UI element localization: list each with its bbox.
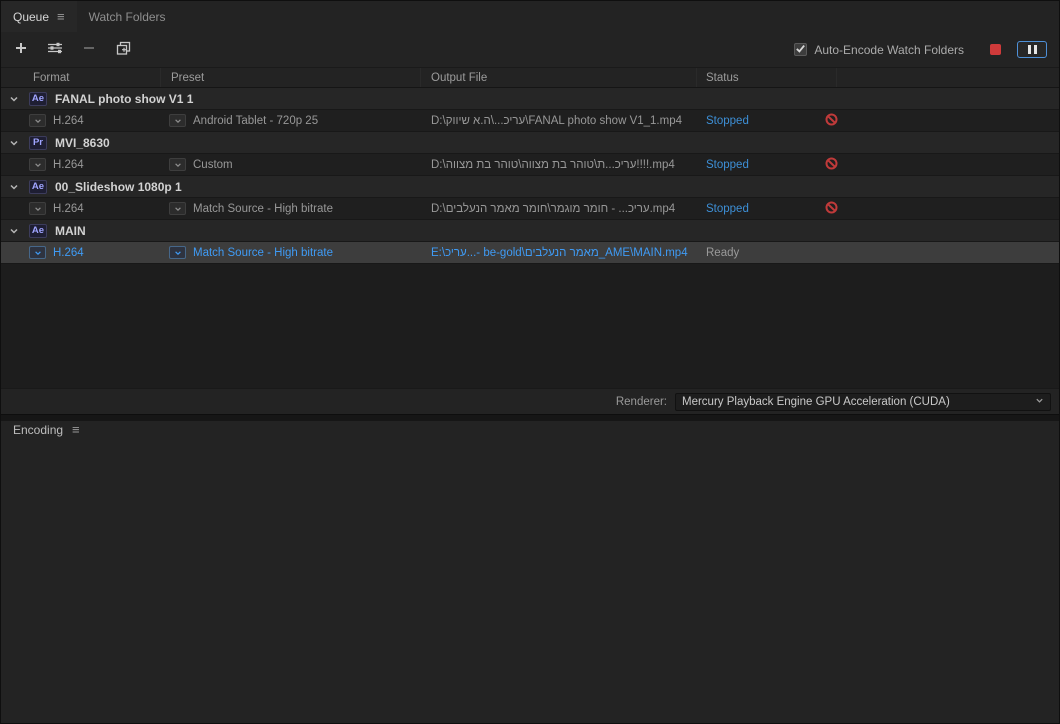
preset-label: Match Source - High bitrate	[193, 202, 333, 215]
renderer-label: Renderer:	[615, 395, 667, 408]
collapse-chevron-icon[interactable]	[7, 182, 21, 192]
after-effects-badge-icon: Ae	[29, 223, 47, 238]
collapse-chevron-icon[interactable]	[7, 226, 21, 236]
preset-label: Custom	[193, 158, 233, 171]
group-name: MVI_8630	[55, 135, 110, 150]
after-effects-badge-icon: Ae	[29, 91, 47, 106]
format-label: H.264	[53, 158, 84, 171]
status-label: Stopped	[706, 158, 749, 171]
add-source-button[interactable]	[11, 40, 31, 60]
tab-queue-label: Queue	[13, 9, 50, 24]
pause-icon	[1027, 45, 1031, 54]
queue-rows: Ae FANAL photo show V1 1 H.264 Android T…	[1, 88, 1059, 388]
status-label: Ready	[706, 246, 740, 259]
format-dropdown[interactable]	[29, 246, 46, 259]
queue-group-row[interactable]: Pr MVI_8630	[1, 132, 1059, 154]
preset-label: Android Tablet - 720p 25	[193, 114, 319, 127]
status-label: Stopped	[706, 202, 749, 215]
stop-queue-button[interactable]	[990, 44, 1001, 55]
chevron-down-icon	[1035, 396, 1044, 408]
preset-dropdown[interactable]	[169, 158, 186, 171]
format-dropdown[interactable]	[29, 202, 46, 215]
media-encoder-window: Queue ≡ Watch Folders Auto-Encode Watch …	[0, 0, 1060, 724]
renderer-bar: Renderer: Mercury Playback Engine GPU Ac…	[1, 388, 1059, 414]
output-file-path[interactable]: D:\עריכ...ת\טוהר בת מצווה\טוהר בת מצווה!…	[431, 159, 675, 171]
preset-dropdown[interactable]	[169, 202, 186, 215]
format-label: H.264	[53, 114, 84, 127]
premiere-pro-badge-icon: Pr	[29, 135, 47, 150]
queue-column-headers: Format Preset Output File Status	[1, 67, 1059, 88]
queue-group-row[interactable]: Ae 00_Slideshow 1080p 1	[1, 176, 1059, 198]
duplicate-button[interactable]	[113, 40, 133, 60]
plus-icon	[14, 41, 28, 58]
error-stop-icon[interactable]	[825, 201, 838, 217]
group-name: MAIN	[55, 223, 86, 238]
collapse-chevron-icon[interactable]	[7, 138, 21, 148]
panel-menu-icon[interactable]: ≡	[57, 10, 65, 23]
tab-queue[interactable]: Queue ≡	[1, 1, 77, 32]
renderer-select[interactable]: Mercury Playback Engine GPU Acceleration…	[675, 392, 1051, 411]
status-label: Stopped	[706, 114, 749, 127]
queue-toolbar: Auto-Encode Watch Folders	[1, 32, 1059, 67]
column-header-format[interactable]: Format	[1, 68, 161, 87]
format-label: H.264	[53, 202, 84, 215]
panel-divider[interactable]	[1, 414, 1059, 421]
column-header-status[interactable]: Status	[697, 68, 837, 87]
column-header-preset[interactable]: Preset	[161, 68, 421, 87]
check-icon	[795, 43, 806, 57]
error-stop-icon[interactable]	[825, 157, 838, 173]
encoding-panel-tabstrip: Encoding ≡	[1, 421, 1059, 723]
column-header-output-file[interactable]: Output File	[421, 68, 697, 87]
preset-dropdown[interactable]	[169, 114, 186, 127]
format-label: H.264	[53, 246, 84, 259]
group-name: FANAL photo show V1 1	[55, 91, 194, 106]
preset-dropdown[interactable]	[169, 246, 186, 259]
encoding-panel-menu-icon[interactable]: ≡	[72, 423, 80, 436]
duplicate-icon	[116, 41, 131, 58]
after-effects-badge-icon: Ae	[29, 179, 47, 194]
add-output-button[interactable]	[45, 40, 65, 60]
queue-item-row[interactable]: H.264 Android Tablet - 720p 25 D:\עריכ..…	[1, 110, 1059, 132]
collapse-chevron-icon[interactable]	[7, 94, 21, 104]
format-dropdown[interactable]	[29, 158, 46, 171]
remove-button[interactable]	[79, 40, 99, 60]
group-name: 00_Slideshow 1080p 1	[55, 179, 182, 194]
queue-group-row[interactable]: Ae FANAL photo show V1 1	[1, 88, 1059, 110]
sliders-icon	[47, 41, 63, 58]
tab-encoding-label[interactable]: Encoding	[13, 423, 63, 437]
queue-item-row[interactable]: H.264 Match Source - High bitrate D:\ערי…	[1, 198, 1059, 220]
column-header-spacer	[837, 68, 1059, 87]
queue-item-row[interactable]: H.264 Match Source - High bitrate E:\ערי…	[1, 242, 1059, 264]
queue-item-row[interactable]: H.264 Custom D:\עריכ...ת\טוהר בת מצווה\ט…	[1, 154, 1059, 176]
minus-icon	[83, 42, 95, 57]
auto-encode-label: Auto-Encode Watch Folders	[814, 42, 964, 57]
pause-queue-button[interactable]	[1017, 41, 1047, 58]
tab-watch-folders-label: Watch Folders	[88, 9, 166, 24]
queue-group-row[interactable]: Ae MAIN	[1, 220, 1059, 242]
renderer-value: Mercury Playback Engine GPU Acceleration…	[682, 395, 950, 408]
format-dropdown[interactable]	[29, 114, 46, 127]
tab-watch-folders[interactable]: Watch Folders	[77, 1, 178, 32]
output-file-path[interactable]: D:\עריכ... - חומר מוגמר\חומר מאמר הנעלבי…	[431, 203, 675, 215]
toolbar-right-group: Auto-Encode Watch Folders	[794, 41, 1049, 58]
output-file-path[interactable]: D:\עריכ...\ה.א שיווק\FANAL photo show V1…	[431, 115, 682, 127]
auto-encode-checkbox[interactable]	[794, 43, 808, 57]
error-stop-icon[interactable]	[825, 113, 838, 129]
panel-tabstrip: Queue ≡ Watch Folders	[1, 1, 1059, 32]
preset-label: Match Source - High bitrate	[193, 246, 333, 259]
output-file-path[interactable]: E:\עריכ...- be-gold\מאמר הנעלבים_AME\MAI…	[431, 247, 688, 259]
